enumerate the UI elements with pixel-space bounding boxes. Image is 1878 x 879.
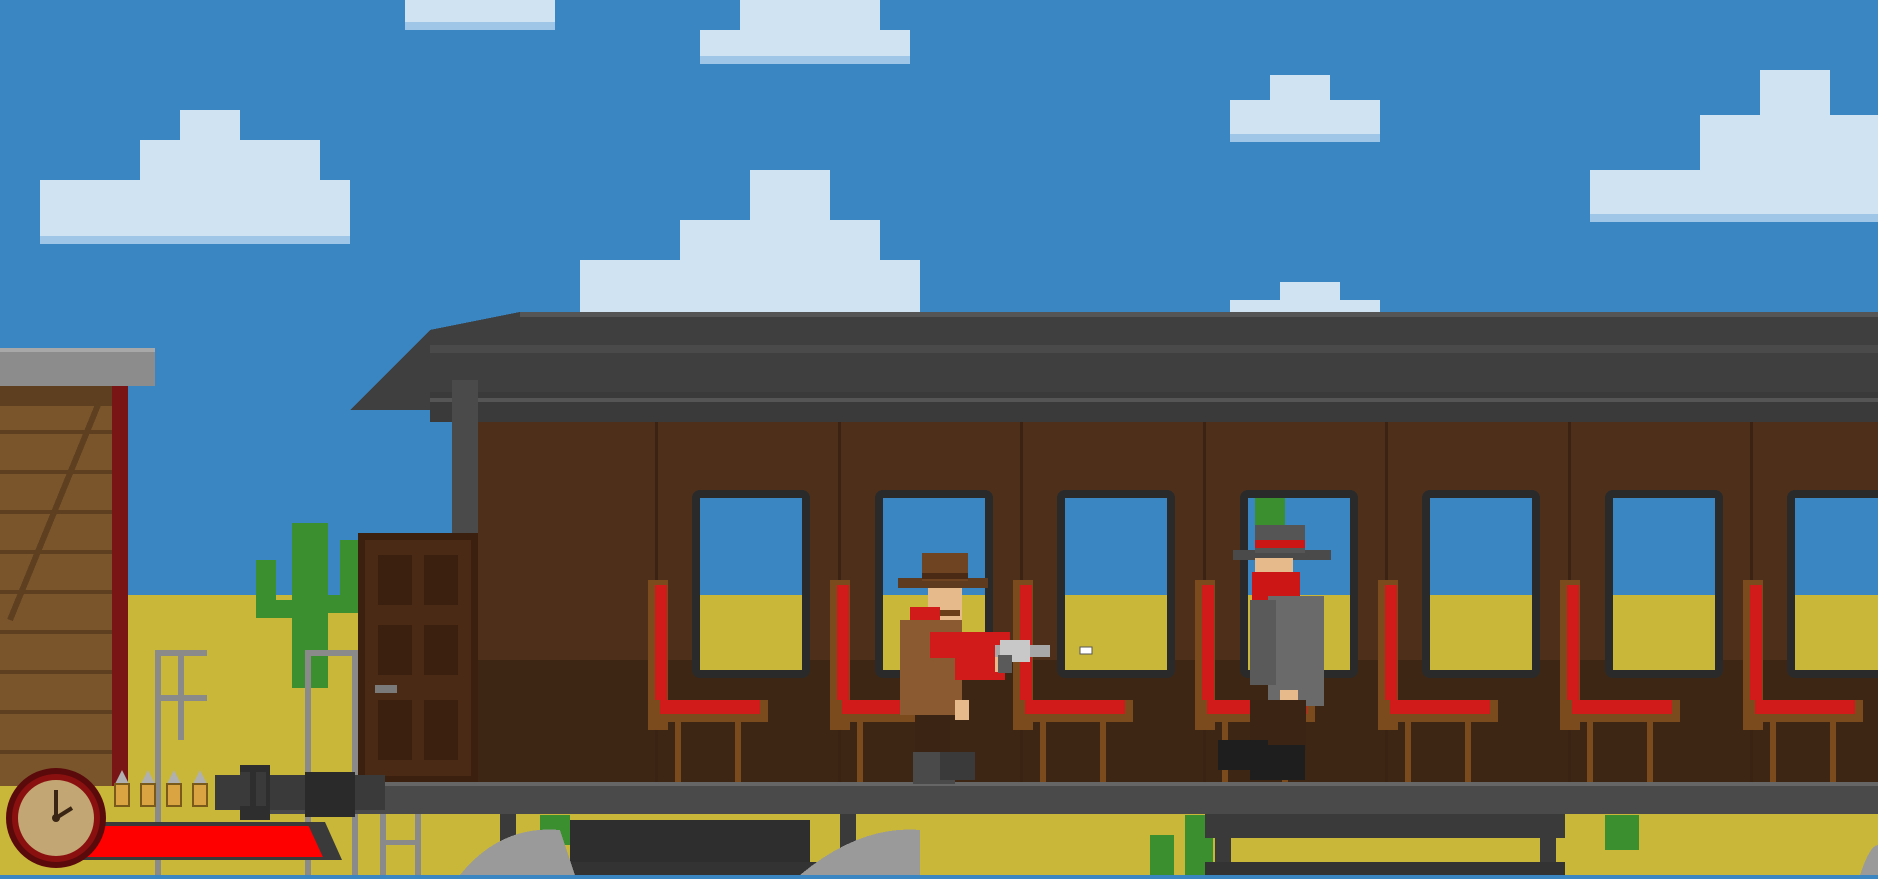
window: [1422, 490, 1540, 678]
window: [1787, 490, 1878, 678]
game-canvas: [0, 0, 1878, 875]
cloud: [405, 0, 555, 30]
window: [1605, 490, 1723, 678]
window: [1057, 490, 1175, 678]
empty-ammo-slot: [240, 772, 250, 806]
bullet-icon: [114, 770, 130, 807]
window: [692, 490, 810, 678]
car-door[interactable]: [358, 533, 478, 783]
bullet-projectile: [1079, 646, 1093, 655]
bandit-coat: [1268, 596, 1324, 706]
hud-canvas: [6, 768, 342, 868]
empty-ammo-slot: [256, 772, 266, 806]
bullet-icon: [192, 770, 208, 807]
hud: [0, 760, 360, 875]
bandit-hat: [1255, 525, 1305, 553]
bullet-icon: [140, 770, 156, 807]
game-scene: [0, 0, 1878, 875]
door-handle-icon[interactable]: [375, 685, 397, 693]
cactus-icon: [1605, 815, 1639, 850]
ammo-indicator: [114, 770, 266, 807]
clock-icon: [6, 768, 106, 868]
bullet-icon: [166, 770, 182, 807]
